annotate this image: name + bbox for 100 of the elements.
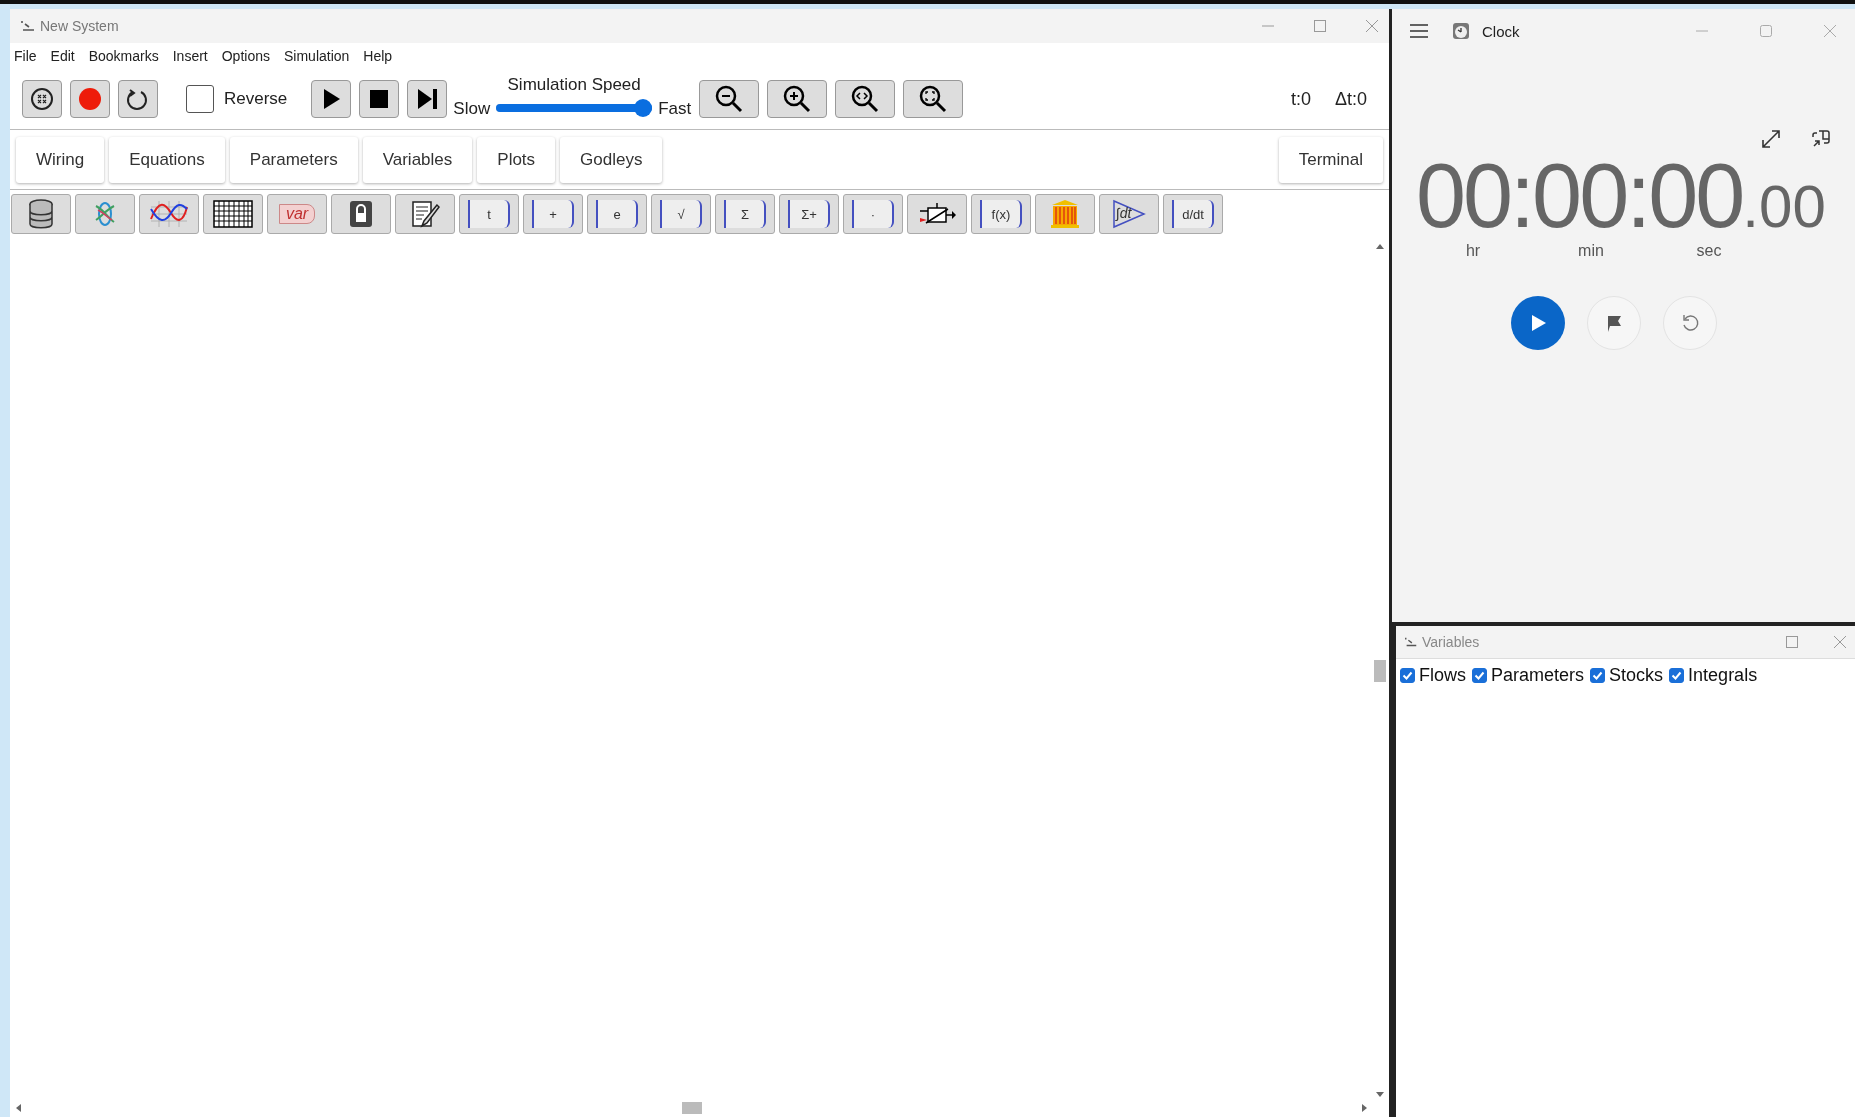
close-icon[interactable]: [1365, 19, 1379, 33]
filter-label: Parameters: [1491, 665, 1585, 686]
zoom-out-button[interactable]: [699, 80, 760, 118]
scroll-right-icon[interactable]: [1361, 1103, 1369, 1113]
tab[interactable]: Godleys: [560, 136, 663, 183]
palette-button[interactable]: d/dt: [1163, 194, 1223, 234]
app-icon: [20, 20, 36, 32]
tab[interactable]: Parameters: [229, 136, 358, 183]
step-button[interactable]: [407, 80, 448, 118]
recover-button[interactable]: [118, 80, 158, 118]
step-icon: [415, 86, 440, 112]
palette-button[interactable]: ∫dt: [1099, 194, 1159, 234]
menu-item[interactable]: Options: [221, 48, 270, 64]
stop-button[interactable]: [359, 80, 400, 118]
palette-button[interactable]: Σ+: [779, 194, 839, 234]
palette-button[interactable]: [331, 194, 391, 234]
menu-item[interactable]: Bookmarks: [88, 48, 159, 64]
filter-checkbox[interactable]: [1669, 668, 1685, 683]
palette-button[interactable]: [11, 194, 71, 234]
fast-label: Fast: [658, 99, 692, 119]
reverse-checkbox[interactable]: [186, 85, 214, 113]
lock-icon: [348, 199, 374, 229]
menu-icon[interactable]: [1410, 24, 1428, 38]
reset-icon: [29, 86, 55, 112]
menu-item[interactable]: Insert: [172, 48, 208, 64]
speed-slider[interactable]: [496, 99, 653, 117]
palette-button[interactable]: e: [587, 194, 647, 234]
record-icon: [77, 86, 103, 112]
zoom-reset-icon: [850, 84, 881, 114]
menu-item[interactable]: File: [14, 48, 37, 64]
slow-label: Slow: [453, 99, 491, 119]
compact-overlay-icon[interactable]: [1811, 129, 1831, 149]
filter-label: Integrals: [1688, 665, 1758, 686]
operator-icon: +: [532, 200, 574, 228]
stopwatch-fraction: .00: [1742, 172, 1826, 241]
scroll-up-icon[interactable]: [1375, 242, 1385, 250]
close-icon[interactable]: [1833, 635, 1847, 649]
zoom-reset-button[interactable]: [835, 80, 896, 118]
palette-button[interactable]: Σ: [715, 194, 775, 234]
timestep-value: Δt:0: [1334, 88, 1367, 110]
zoom-in-icon: [782, 84, 813, 114]
speed-title: Simulation Speed: [507, 75, 641, 95]
tab[interactable]: Plots: [477, 136, 556, 183]
menu-item[interactable]: Simulation: [284, 48, 350, 64]
palette-button[interactable]: ·: [843, 194, 903, 234]
palette-button[interactable]: t: [459, 194, 519, 234]
scroll-thumb[interactable]: [681, 1102, 702, 1114]
scroll-left-icon[interactable]: [14, 1103, 22, 1113]
palette-button[interactable]: [907, 194, 967, 234]
scroll-down-icon[interactable]: [1375, 1091, 1385, 1099]
plot-icon: [149, 199, 189, 229]
operator-icon: f(x): [980, 200, 1022, 228]
reset-button[interactable]: [22, 80, 62, 118]
window-title: Clock: [1482, 22, 1520, 40]
tab[interactable]: Wiring: [16, 136, 105, 183]
maximize-icon[interactable]: [1785, 635, 1799, 649]
operator-icon: d/dt: [1172, 200, 1214, 228]
slider-thumb[interactable]: [634, 99, 653, 117]
switch-icon: [918, 201, 956, 227]
stopwatch-icon: [1452, 22, 1470, 40]
integral-icon: ∫dt: [1112, 199, 1146, 229]
window-title: New System: [40, 18, 119, 34]
variable-icon: var: [278, 204, 316, 224]
start-button[interactable]: [1510, 296, 1565, 350]
tab[interactable]: Terminal: [1278, 136, 1383, 183]
zoom-fit-button[interactable]: [903, 80, 964, 118]
time-unit-label: sec: [1695, 242, 1723, 260]
tab[interactable]: Equations: [109, 136, 225, 183]
filter-checkbox[interactable]: [1400, 668, 1415, 683]
scroll-thumb[interactable]: [1374, 659, 1386, 682]
record-button[interactable]: [70, 80, 110, 118]
palette-button[interactable]: √: [651, 194, 711, 234]
zoom-in-button[interactable]: [767, 80, 828, 118]
palette-button[interactable]: var: [267, 194, 327, 234]
grid-icon: [213, 200, 253, 228]
operator-icon: e: [596, 200, 638, 228]
reverse-label: Reverse: [224, 89, 288, 109]
operator-icon: √: [660, 200, 702, 228]
palette-button[interactable]: +: [523, 194, 583, 234]
bank-icon: [1050, 199, 1080, 229]
note-icon: [410, 199, 440, 229]
time-value: t:0: [1290, 88, 1311, 110]
filter-checkbox[interactable]: [1472, 668, 1487, 683]
filter-label: Flows: [1419, 665, 1466, 686]
palette-button[interactable]: [395, 194, 455, 234]
menu-item[interactable]: Help: [363, 48, 393, 64]
app-icon: [1404, 636, 1418, 648]
expand-icon[interactable]: [1761, 129, 1781, 149]
time-unit-label: min: [1577, 242, 1605, 260]
filter-checkbox[interactable]: [1590, 668, 1606, 683]
tab[interactable]: Variables: [362, 136, 473, 183]
palette-button[interactable]: f(x): [971, 194, 1031, 234]
menu-item[interactable]: Edit: [50, 48, 75, 64]
vertical-scrollbar[interactable]: [1373, 242, 1387, 1099]
play-button[interactable]: [311, 80, 352, 118]
operator-icon: t: [468, 200, 510, 228]
palette-button[interactable]: [203, 194, 263, 234]
window-title: Variables: [1422, 634, 1480, 650]
database-icon: [27, 199, 55, 229]
maximize-icon[interactable]: [1313, 19, 1327, 33]
